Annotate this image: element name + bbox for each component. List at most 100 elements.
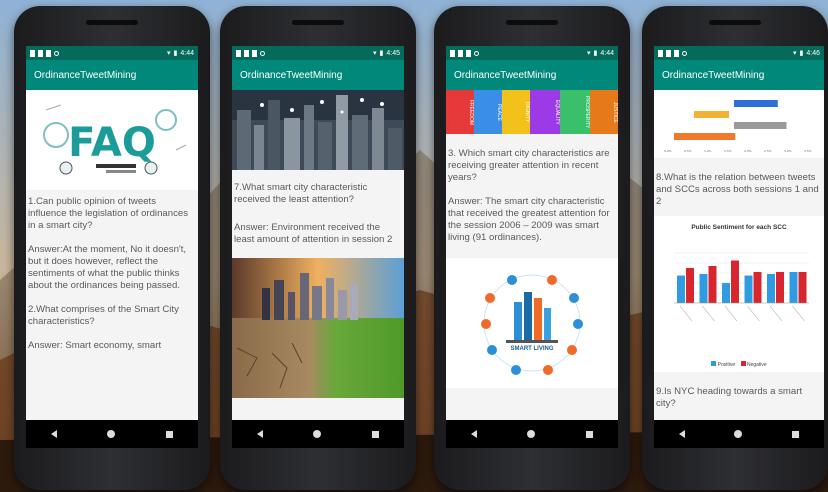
back-icon[interactable] [678,430,685,438]
battery-icon: ▮ [379,50,384,57]
status-bar: ▾ ▮ 4:44 [26,46,198,60]
faq-question-3: 3. Which smart city characteristics are … [448,148,610,183]
diagram-label: SMART LIVING [510,346,554,352]
banner-word: JUSTICE [612,101,618,123]
positive-bar [767,274,775,303]
category-label-stub [679,305,693,322]
environment-image [232,258,404,398]
top-chart-tick-label: 3.5% [804,149,812,153]
phone-1: ▾ ▮ 4:44 OrdinanceTweetMining FAQ 1.Can … [14,6,210,490]
wifi-icon: ▾ [167,50,171,57]
nav-bar [232,420,404,448]
nav-bar [26,420,198,448]
nav-bar [654,420,824,448]
chart-legend: Positive Negative [654,361,824,368]
faq-question-1: 1.Can public opinion of tweets influence… [28,196,189,231]
status-time: 4:45 [386,49,400,57]
top-chart-tick-label: 0.5% [684,149,692,153]
faq-content[interactable]: 7.What smart city characteristic receive… [232,90,404,420]
back-icon[interactable] [471,430,478,438]
phone-screen: ▾ ▮ 4:45 OrdinanceTweetMining 7.What sma… [232,46,404,448]
top-chart-tick-label: 1.5% [724,149,732,153]
recents-icon[interactable] [371,430,379,438]
status-bar: ▾ ▮ 4:46 [654,46,824,60]
negative-bar [731,260,739,303]
wifi-icon: ▾ [587,50,591,57]
top-chart-bar [734,122,787,129]
wifi-icon: ▾ [373,50,377,57]
positive-bar [744,275,753,303]
legend-positive: Positive [717,362,736,368]
positive-bar [699,274,708,303]
phone-screen: ▾ ▮ 4:44 OrdinanceTweetMining FREEDOM PE… [446,46,618,448]
faq-answer-3: Answer: The smart city characteristic th… [448,196,610,243]
sentiment-chart-panel: Public Sentiment for each SCC Positive N… [654,216,824,372]
battery-icon: ▮ [173,50,178,57]
positive-bar [677,275,685,303]
sentiment-bar-chart [674,252,809,322]
top-chart-bar [694,111,729,118]
recents-icon[interactable] [585,430,593,438]
faq-content[interactable]: 0.0% 0.5% 1.0% 1.5% 2.0% 2.5% 3.0% 3.5% 8.What … [654,90,824,420]
app-title: OrdinanceTweetMining [454,69,557,81]
phone-4: ▾ ▮ 4:46 OrdinanceTweetMining 0.0% 0.5% 1.… [642,6,828,490]
faq-image: FAQ [26,90,198,190]
back-icon[interactable] [257,430,264,438]
nav-bar [446,420,618,448]
home-icon[interactable] [313,430,322,438]
negative-bar [686,268,694,303]
top-chart-bar [734,100,778,107]
phone-3: ▾ ▮ 4:44 OrdinanceTweetMining FREEDOM PE… [434,6,630,490]
battery-icon: ▮ [799,50,804,57]
banner-word: EQUALITY [554,99,560,125]
negative-bar [753,272,762,303]
chart-title: Public Sentiment for each SCC [691,224,787,231]
city-night-image [232,90,404,170]
negative-bar [776,272,784,303]
legend-negative: Negative [746,362,767,368]
app-bar: OrdinanceTweetMining [26,60,198,90]
smart-living-diagram: SMART LIVING [446,258,618,388]
faq-question-9: 9.Is NYC heading towards a smart city? [656,386,803,409]
faq-logo-text: FAQ [68,120,156,166]
banner-word: DIGNITY [524,101,530,123]
faq-content[interactable]: FREEDOM PEACE DIGNITY EQUALITY PROSPERIT… [446,90,618,420]
positive-bar [789,272,798,303]
recents-icon[interactable] [792,430,800,438]
faq-question-8: 8.What is the relation between tweets an… [656,172,819,207]
home-icon[interactable] [527,430,536,438]
status-bar: ▾ ▮ 4:45 [232,46,404,60]
negative-bar [708,266,717,303]
negative-bar [798,272,807,303]
banner-word: PROSPERITY [584,95,590,129]
app-bar: OrdinanceTweetMining [446,60,618,90]
status-time: 4:46 [806,49,820,57]
category-label-stub [747,305,760,322]
faq-answer-1: Answer:At the moment, No it doesn't, but… [28,244,187,291]
banner-word: FREEDOM [468,99,474,125]
status-bar: ▾ ▮ 4:44 [446,46,618,60]
top-chart-tick-label: 0.0% [664,149,672,153]
home-icon[interactable] [107,430,116,438]
top-chart-bar [674,133,736,140]
category-label-stub [702,305,715,322]
top-chart-tick-label: 2.5% [764,149,772,153]
recents-icon[interactable] [165,430,173,438]
home-icon[interactable] [734,430,743,438]
speaker [506,20,558,25]
category-label-stub [792,305,805,322]
phone-screen: ▾ ▮ 4:44 OrdinanceTweetMining FAQ 1.Can … [26,46,198,448]
app-bar: OrdinanceTweetMining [232,60,404,90]
positive-bar [722,283,730,303]
category-label-stub [769,305,783,322]
speaker [86,20,138,25]
back-icon[interactable] [51,430,58,438]
top-chart-tick-label: 1.0% [704,149,712,153]
hands-banner-image: FREEDOM PEACE DIGNITY EQUALITY PROSPERIT… [446,90,618,134]
app-bar: OrdinanceTweetMining [654,60,824,90]
app-title: OrdinanceTweetMining [240,69,343,81]
wifi-icon: ▾ [793,50,797,57]
faq-content[interactable]: FAQ 1.Can public opinion of tweets influ… [26,90,198,420]
battery-icon: ▮ [593,50,598,57]
status-time: 4:44 [600,49,614,57]
